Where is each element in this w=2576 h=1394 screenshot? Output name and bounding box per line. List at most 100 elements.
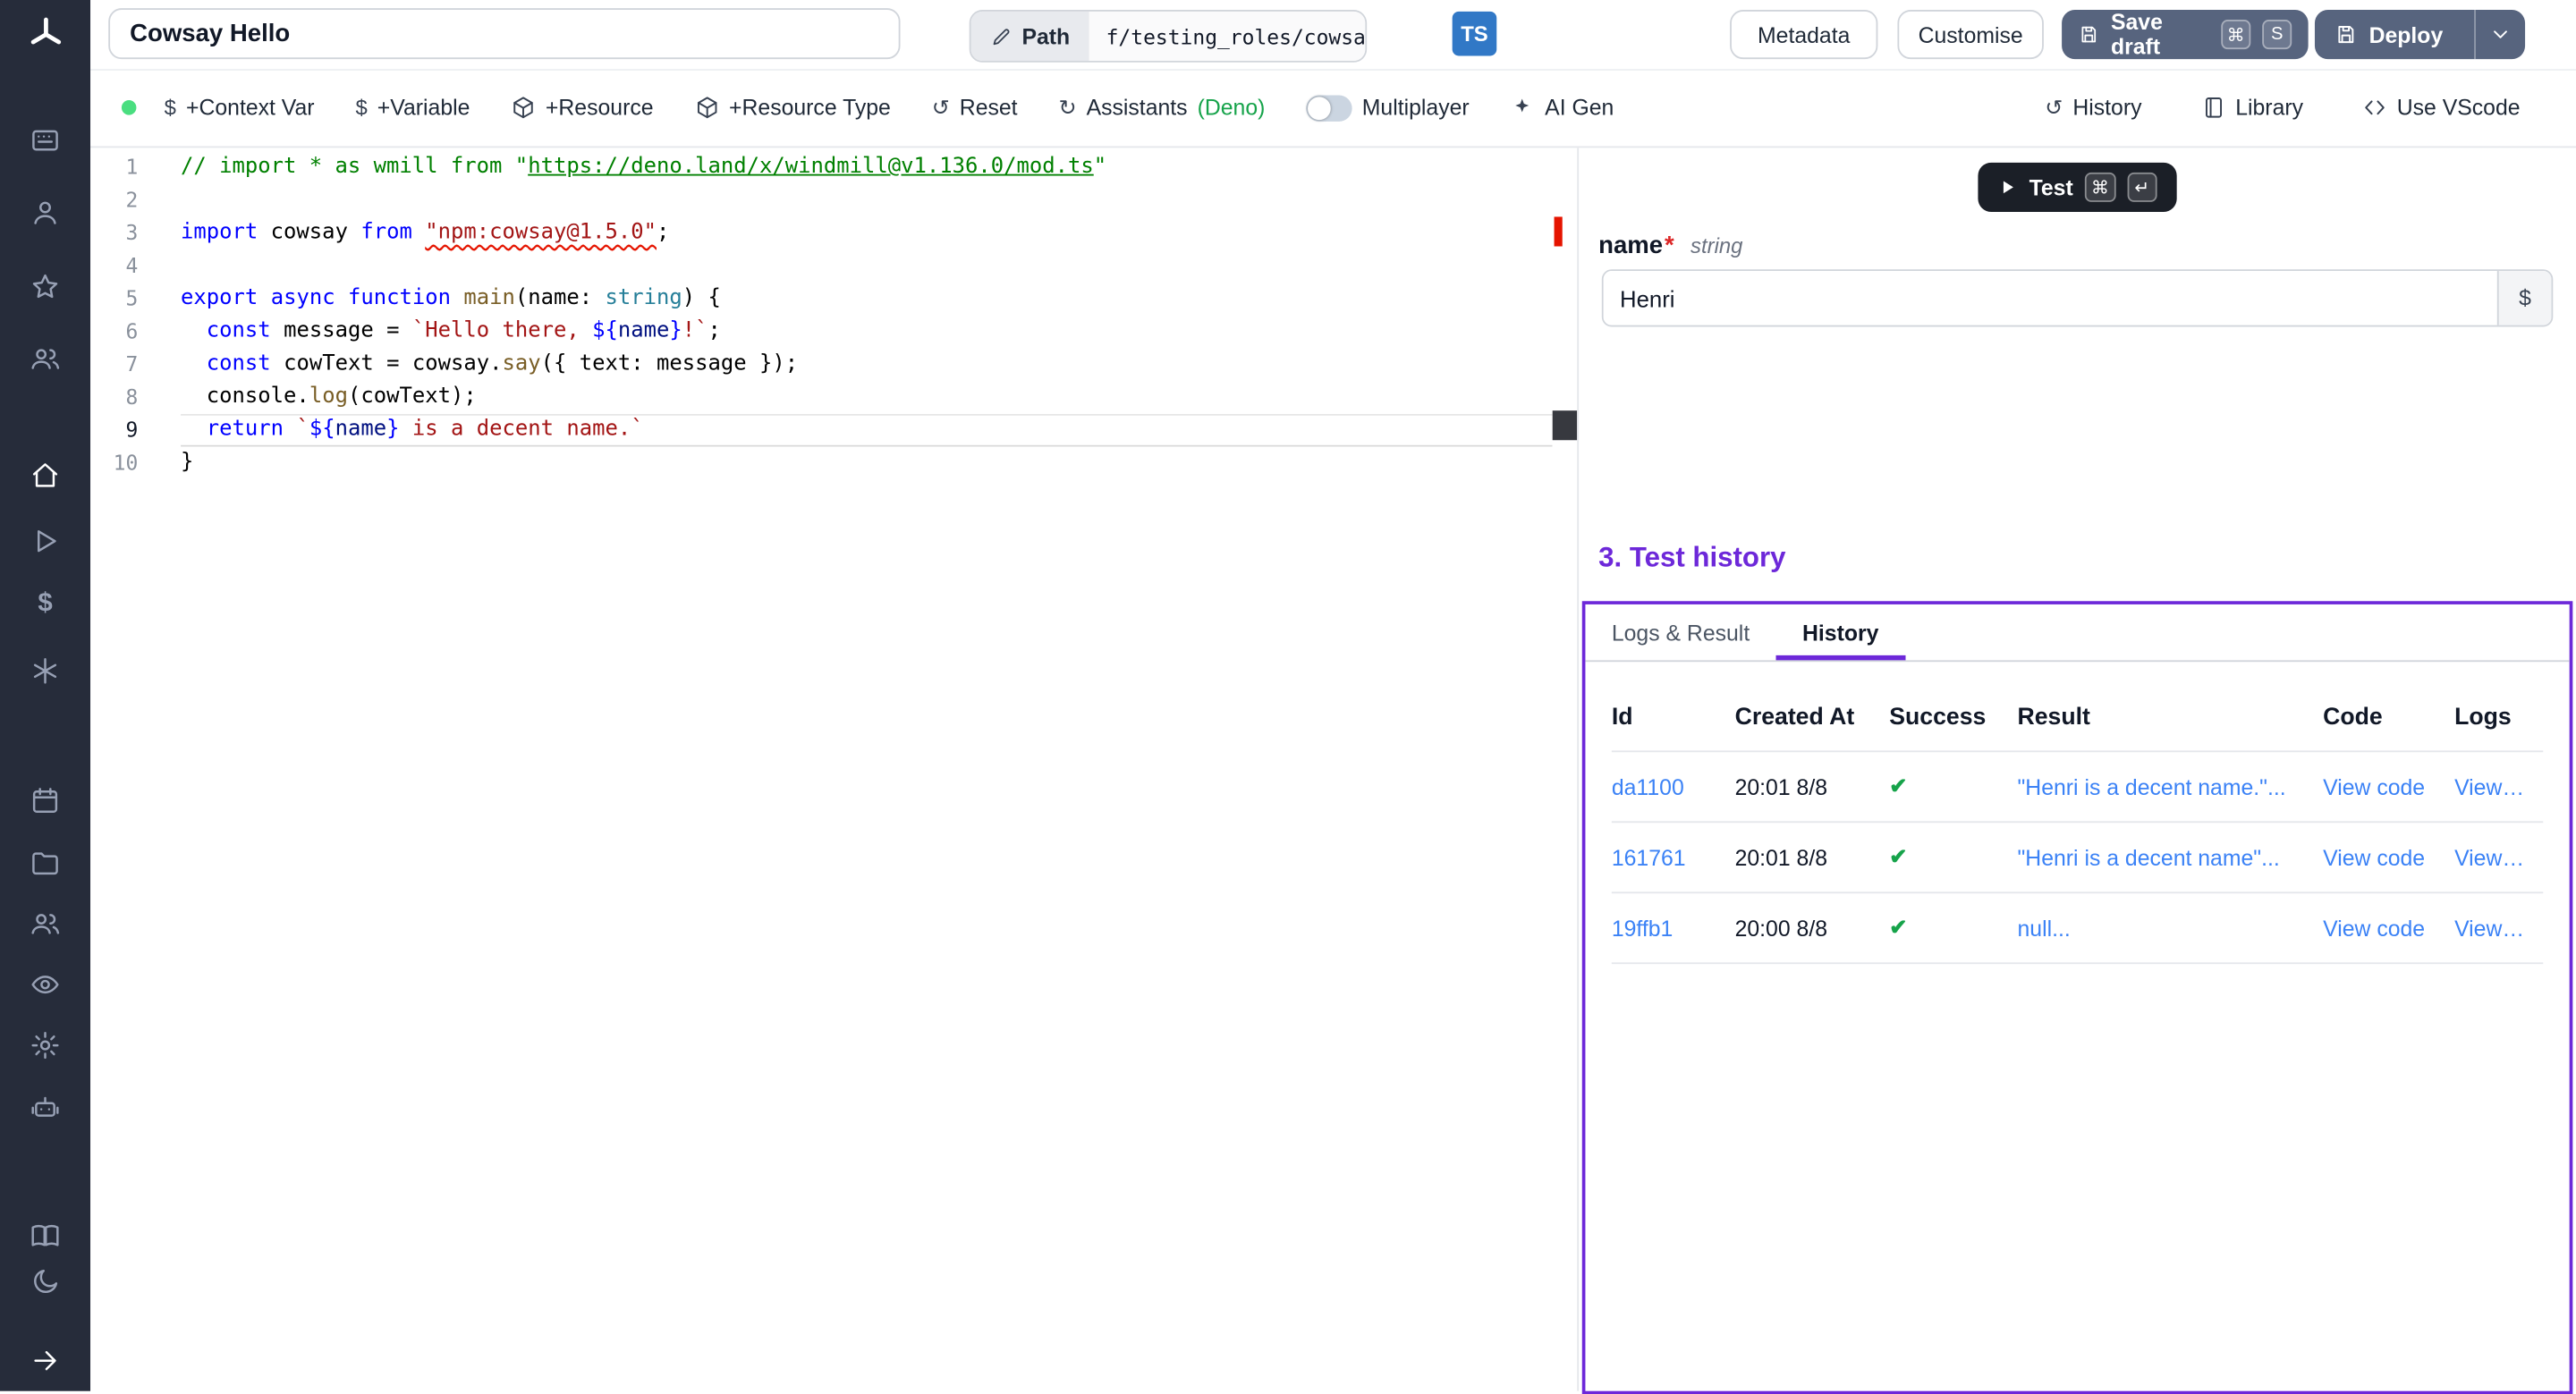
audit-logs-icon[interactable] [0,966,90,1001]
code-line[interactable]: import cowsay from "npm:cowsay@1.5.0"; [181,216,1553,249]
workspace-icon[interactable] [0,122,90,157]
dollar-icon: $ [165,97,176,118]
code-lines[interactable]: // import * as wmill from "https://deno.… [181,151,1553,1391]
sparkle-icon [1511,96,1536,121]
add-context-var-button[interactable]: $ +Context Var [165,96,315,121]
code-line[interactable]: // import * as wmill from "https://deno.… [181,151,1553,184]
table-row: 19ffb120:00 8/8✔null...View codeView log… [1612,893,2543,964]
code-line[interactable] [181,249,1553,283]
code-editor[interactable]: 12345678910 // import * as wmill from "h… [90,148,1553,1390]
code-line[interactable]: return `${name} is a decent name.` [181,414,1553,447]
reset-label: Reset [960,96,1018,121]
column-header: Result [2018,705,2324,731]
editor-toolbar: $ +Context Var $ +Variable +Resource +Re… [90,69,2576,148]
variables-icon[interactable]: $ [0,587,90,622]
history-label: History [2072,96,2141,121]
star-icon[interactable] [0,267,90,303]
dark-mode-icon[interactable] [0,1263,90,1298]
assistants-lang-label: (Deno) [1198,96,1266,121]
folders-icon[interactable] [0,844,90,880]
code-line[interactable]: } [181,447,1553,480]
multiplayer-toggle[interactable] [1306,95,1352,121]
success-check: ✔ [1889,915,2017,941]
table-row: da110020:01 8/8✔"Henri is a decent name.… [1612,752,2543,823]
result-link[interactable]: "Henri is a decent name"... [2018,845,2324,870]
insert-variable-button[interactable]: $ [2497,271,2552,325]
windmill-logo[interactable] [0,13,90,56]
line-number: 8 [90,381,181,414]
save-draft-button[interactable]: Save draft ⌘ S [2062,10,2309,59]
history-icon: ↺ [2045,97,2063,118]
vscode-icon [2362,96,2387,121]
s-key: S [2262,20,2292,49]
library-label: Library [2235,96,2303,121]
docs-icon[interactable] [0,1217,90,1253]
view-code-link[interactable]: View code [2323,845,2454,870]
deploy-button[interactable]: Deploy [2315,10,2525,59]
expand-sidebar-icon[interactable] [0,1342,90,1378]
dollar-icon: $ [355,97,367,118]
history-button[interactable]: ↺ History [2045,96,2141,121]
view-logs-link[interactable]: View logs [2454,774,2543,799]
path-button[interactable]: Path f/testing_roles/cowsa [970,10,1368,63]
code-line[interactable]: console.log(cowText); [181,381,1553,414]
test-label: Test [2029,175,2073,200]
vscode-label: Use VScode [2397,96,2521,121]
code-line[interactable]: const cowText = cowsay.say({ text: messa… [181,348,1553,381]
resources-icon[interactable] [0,652,90,688]
line-number: 10 [90,447,181,480]
arg-name-input[interactable] [1604,271,2497,325]
groups-icon[interactable] [0,340,90,376]
schedules-icon[interactable] [0,781,90,817]
library-button[interactable]: Library [2201,96,2303,121]
members-icon[interactable] [0,905,90,941]
workers-icon[interactable] [0,1089,90,1125]
view-logs-link[interactable]: View logs [2454,845,2543,870]
test-history-title: 3. Test history [1598,542,1785,575]
user-icon[interactable] [0,194,90,230]
result-link[interactable]: "Henri is a decent name."... [2018,774,2324,799]
run-id-link[interactable]: da1100 [1612,774,1735,799]
play-icon [1998,177,2018,197]
ai-gen-button[interactable]: AI Gen [1511,96,1614,121]
metadata-button[interactable]: Metadata [1730,10,1877,59]
created-at-cell: 20:01 8/8 [1735,774,1890,799]
assistants-button[interactable]: ↻ Assistants (Deno) [1059,96,1266,121]
deploy-main[interactable]: Deploy [2315,10,2462,59]
run-id-link[interactable]: 19ffb1 [1612,916,1735,941]
code-line[interactable]: export async function main(name: string)… [181,283,1553,316]
success-check: ✔ [1889,773,2017,799]
code-line[interactable] [181,184,1553,217]
chevron-down-icon [2489,23,2512,46]
use-vscode-button[interactable]: Use VScode [2362,96,2520,121]
view-code-link[interactable]: View code [2323,916,2454,941]
created-at-cell: 20:01 8/8 [1735,845,1890,870]
line-number: 7 [90,348,181,381]
overview-ruler[interactable] [1553,148,1578,1390]
code-line[interactable]: const message = `Hello there, ${name}!`; [181,316,1553,349]
reset-button[interactable]: ↺ Reset [932,96,1018,121]
test-history-box: Logs & ResultHistory IdCreated AtSuccess… [1582,601,2573,1394]
path-value[interactable]: f/testing_roles/cowsa [1089,12,1366,61]
script-name-input[interactable] [108,8,900,59]
enter-key: ↵ [2127,173,2157,202]
created-at-cell: 20:00 8/8 [1735,916,1890,941]
add-variable-button[interactable]: $ +Variable [355,96,470,121]
tab-history[interactable]: History [1776,604,1905,660]
add-resource-button[interactable]: +Resource [511,96,653,121]
tab-logs-result[interactable]: Logs & Result [1585,604,1775,660]
result-link[interactable]: null... [2018,916,2324,941]
view-code-link[interactable]: View code [2323,774,2454,799]
view-logs-link[interactable]: View logs [2454,916,2543,941]
run-id-link[interactable]: 161761 [1612,845,1735,870]
add-resource-type-button[interactable]: +Resource Type [694,96,890,121]
settings-icon[interactable] [0,1026,90,1062]
runs-icon[interactable] [0,522,90,558]
home-icon[interactable] [0,457,90,493]
deploy-options-button[interactable] [2474,10,2525,59]
path-edit-segment[interactable]: Path [971,12,1090,61]
customise-button[interactable]: Customise [1897,10,2043,59]
line-number: 1 [90,151,181,184]
reset-icon: ↺ [932,97,950,118]
test-button[interactable]: Test ⌘ ↵ [1979,163,2177,212]
